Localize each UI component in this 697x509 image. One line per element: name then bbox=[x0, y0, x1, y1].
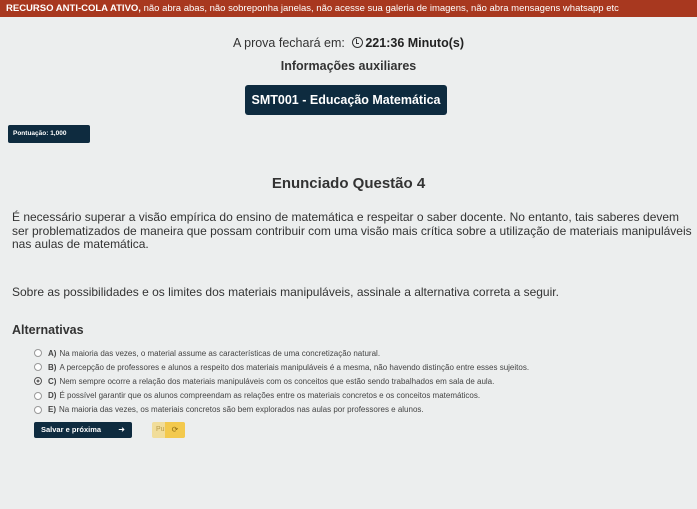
timer-label: A prova fechará em: bbox=[233, 36, 345, 50]
option-text: É possível garantir que os alunos compre… bbox=[59, 391, 481, 401]
question-stem: É necessário superar a visão empírica do… bbox=[12, 210, 692, 251]
alternatives-heading: Alternativas bbox=[12, 323, 84, 337]
option-letter: D) bbox=[48, 391, 57, 401]
option-letter: C) bbox=[48, 376, 57, 386]
option-text: Na maioria das vezes, o material assume … bbox=[59, 348, 381, 358]
option-letter: B) bbox=[48, 362, 57, 372]
arrow-right-icon: ➜ bbox=[118, 425, 125, 434]
option-text: Nem sempre ocorre a relação dos materiai… bbox=[59, 376, 495, 386]
subject-badge: SMT001 - Educação Matemática bbox=[245, 85, 447, 115]
clock-icon bbox=[352, 37, 364, 48]
skip-icon[interactable]: ⟳ bbox=[165, 422, 185, 438]
save-next-label: Salvar e próxima bbox=[41, 425, 102, 434]
warning-text: não abra abas, não sobreponha janelas, n… bbox=[140, 3, 619, 14]
score-badge: Pontuação: 1,000 bbox=[8, 125, 90, 143]
option-text: Na maioria das vezes, os materiais concr… bbox=[59, 405, 424, 415]
alternatives-list: A) Na maioria das vezes, o material assu… bbox=[34, 346, 684, 417]
question-prompt: Sobre as possibilidades e os limites dos… bbox=[12, 285, 559, 299]
option-a[interactable]: A) Na maioria das vezes, o material assu… bbox=[34, 346, 684, 360]
save-next-button[interactable]: Salvar e próxima ➜ bbox=[34, 422, 132, 438]
option-d[interactable]: D) É possível garantir que os alunos com… bbox=[34, 389, 684, 403]
radio-option-c[interactable] bbox=[34, 377, 42, 386]
timer-value: 221:36 Minuto(s) bbox=[365, 36, 464, 50]
option-text: A percepção de professores e alunos a re… bbox=[59, 362, 530, 372]
radio-option-a[interactable] bbox=[34, 349, 42, 358]
radio-option-b[interactable] bbox=[34, 363, 42, 372]
radio-option-d[interactable] bbox=[34, 391, 42, 400]
option-e[interactable]: E) Na maioria das vezes, os materiais co… bbox=[34, 403, 684, 417]
question-title: Enunciado Questão 4 bbox=[271, 175, 426, 192]
option-b[interactable]: B) A percepção de professores e alunos a… bbox=[34, 360, 684, 374]
exam-timer: A prova fechará em: 221:36 Minuto(s) bbox=[0, 36, 697, 50]
warning-prefix: RECURSO ANTI-COLA ATIVO, bbox=[6, 3, 141, 14]
option-letter: A) bbox=[48, 348, 57, 358]
aux-info-heading[interactable]: Informações auxiliares bbox=[0, 59, 697, 73]
radio-option-e[interactable] bbox=[34, 405, 42, 414]
anti-cheat-warning-bar: RECURSO ANTI-COLA ATIVO, não abra abas, … bbox=[0, 0, 697, 17]
option-letter: E) bbox=[48, 405, 56, 415]
option-c[interactable]: C) Nem sempre ocorre a relação dos mater… bbox=[34, 374, 684, 388]
